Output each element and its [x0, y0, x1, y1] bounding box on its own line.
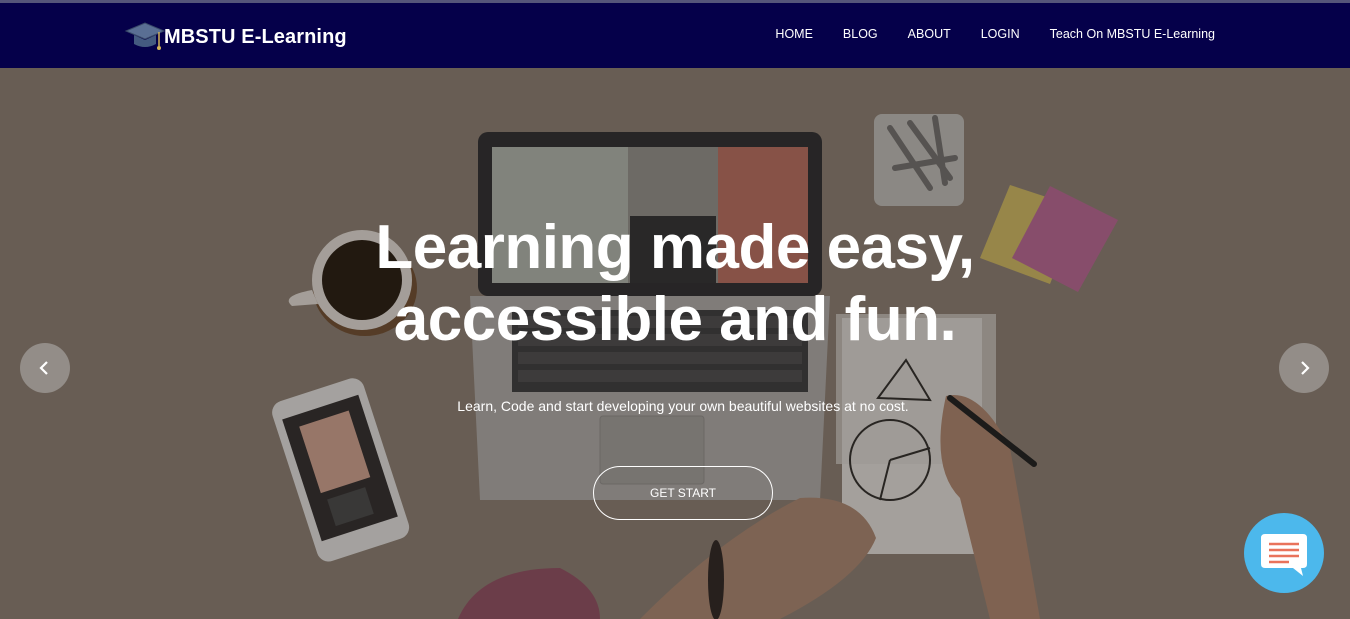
brand[interactable]: MBSTU E-Learning	[124, 19, 347, 55]
main-nav: HOME BLOG ABOUT LOGIN Teach On MBSTU E-L…	[745, 27, 1215, 41]
chevron-right-icon	[1301, 361, 1310, 375]
carousel-next-button[interactable]	[1279, 343, 1329, 393]
nav-about[interactable]: ABOUT	[908, 27, 951, 41]
top-navbar: MBSTU E-Learning HOME BLOG ABOUT LOGIN T…	[0, 0, 1350, 68]
headline-line-2: accessible and fun.	[393, 285, 957, 354]
nav-teach[interactable]: Teach On MBSTU E-Learning	[1050, 27, 1215, 41]
chat-widget-button[interactable]	[1244, 513, 1324, 593]
nav-blog[interactable]: BLOG	[843, 27, 878, 41]
hero-subtitle: Learn, Code and start developing your ow…	[457, 398, 909, 414]
chevron-left-icon	[39, 361, 48, 375]
brand-name: MBSTU E-Learning	[164, 25, 347, 48]
get-start-button[interactable]: GET START	[593, 466, 773, 520]
hero-headline: Learning made easy, accessible and fun.	[0, 212, 1350, 356]
graduation-cap-icon	[124, 22, 166, 50]
chat-bubble-icon	[1261, 534, 1307, 576]
nav-login[interactable]: LOGIN	[981, 27, 1020, 41]
carousel-prev-button[interactable]	[20, 343, 70, 393]
headline-line-1: Learning made easy,	[375, 213, 975, 282]
nav-home[interactable]: HOME	[775, 27, 813, 41]
hero-carousel: Learning made easy, accessible and fun. …	[0, 68, 1350, 619]
